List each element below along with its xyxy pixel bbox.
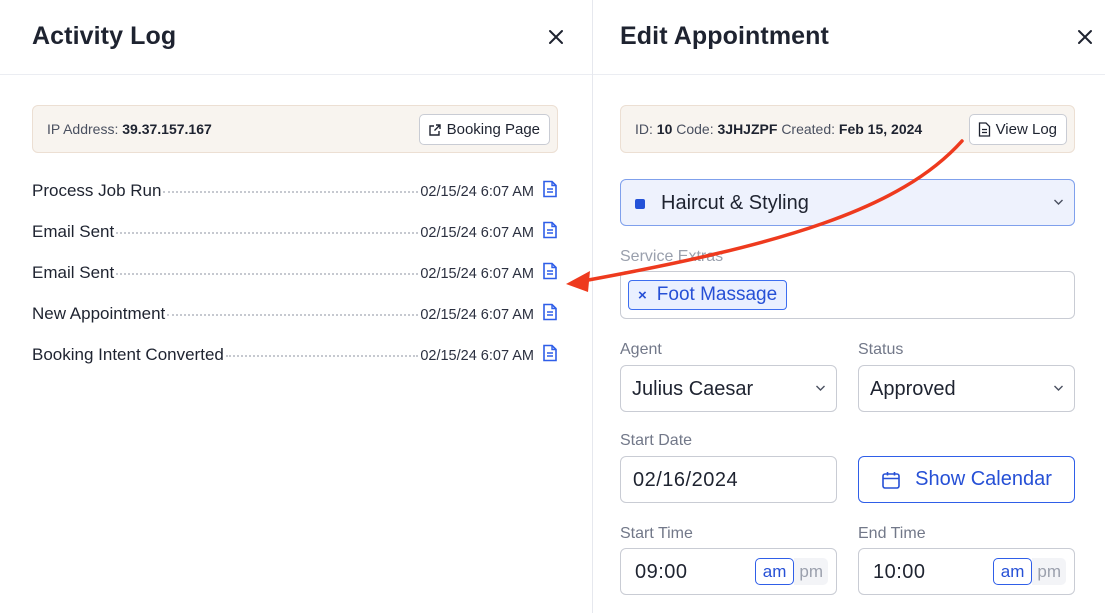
dotted-leader: [116, 273, 419, 275]
remove-chip-icon[interactable]: ×: [638, 287, 647, 304]
log-entry: New Appointment 02/15/24 6:07 AM: [32, 301, 558, 342]
status-select[interactable]: Approved: [858, 365, 1075, 412]
end-time-value: 10:00: [873, 561, 926, 583]
appointment-meta: ID: 10 Code: 3JHJZPF Created: Feb 15, 20…: [635, 121, 922, 137]
close-icon: [549, 30, 563, 44]
ip-address-label: IP Address:: [47, 121, 119, 137]
start-time-label: Start Time: [620, 525, 693, 542]
activity-log-list: Process Job Run 02/15/24 6:07 AM Email S…: [32, 178, 558, 383]
code-label: Code:: [676, 121, 714, 137]
document-icon[interactable]: [542, 344, 558, 362]
close-icon: [1078, 30, 1092, 44]
start-date-label: Start Date: [620, 432, 693, 449]
status-value: Approved: [870, 378, 956, 400]
start-time-pm-button[interactable]: pm: [794, 558, 828, 585]
booking-page-button[interactable]: Booking Page: [418, 114, 550, 145]
end-time-ampm-toggle: am pm: [992, 558, 1066, 585]
created-value: Feb 15, 2024: [838, 121, 923, 137]
service-value: Haircut & Styling: [661, 192, 809, 214]
start-date-value: 02/16/2024: [633, 469, 739, 491]
log-entry: Booking Intent Converted 02/15/24 6:07 A…: [32, 342, 558, 383]
edit-appointment-panel: Edit Appointment ID: 10 Code: 3JHJZPF Cr…: [593, 0, 1105, 613]
log-entry-name: Booking Intent Converted: [32, 345, 224, 364]
external-link-icon: [428, 123, 441, 136]
ip-address: IP Address: 39.37.157.167: [47, 121, 212, 137]
document-icon: [978, 122, 990, 137]
log-entry: Process Job Run 02/15/24 6:07 AM: [32, 178, 558, 219]
end-time-pm-button[interactable]: pm: [1032, 558, 1066, 585]
log-entry-name: Email Sent: [32, 222, 115, 241]
log-entry-name: Process Job Run: [32, 181, 162, 200]
code-value: 3JHJZPF: [717, 121, 778, 137]
start-date-input[interactable]: 02/16/2024: [620, 456, 837, 503]
ip-info-box: IP Address: 39.37.157.167 Booking Page: [32, 105, 558, 153]
document-icon[interactable]: [542, 180, 558, 198]
start-time-ampm-toggle: am pm: [754, 558, 828, 585]
document-icon[interactable]: [542, 262, 558, 280]
edit-appointment-header: Edit Appointment: [593, 0, 1105, 75]
end-time-input[interactable]: 10:00 am pm: [858, 548, 1075, 595]
dotted-leader: [116, 232, 419, 234]
close-edit-appointment-button[interactable]: [1072, 24, 1098, 50]
end-time-am-button[interactable]: am: [992, 558, 1033, 585]
status-label: Status: [858, 341, 904, 358]
close-activity-log-button[interactable]: [543, 24, 569, 50]
end-time-label: End Time: [858, 525, 926, 542]
service-extras-field[interactable]: × Foot Massage: [620, 271, 1075, 319]
extra-chip: × Foot Massage: [628, 280, 788, 310]
dotted-leader: [163, 191, 419, 193]
edit-appointment-title: Edit Appointment: [620, 22, 829, 50]
service-select[interactable]: Haircut & Styling: [620, 179, 1075, 226]
show-calendar-label: Show Calendar: [915, 468, 1052, 490]
appointment-meta-box: ID: 10 Code: 3JHJZPF Created: Feb 15, 20…: [620, 105, 1075, 153]
id-value: 10: [656, 121, 673, 137]
document-icon[interactable]: [542, 303, 558, 321]
chevron-down-icon: [1054, 385, 1063, 391]
id-label: ID:: [635, 121, 653, 137]
chevron-down-icon: [1054, 199, 1063, 205]
service-extras-label: Service Extras: [620, 248, 724, 265]
chevron-down-icon: [816, 385, 825, 391]
view-log-label: View Log: [995, 121, 1057, 138]
calendar-icon: [882, 471, 900, 489]
booking-page-label: Booking Page: [446, 121, 540, 138]
log-entry-time: 02/15/24 6:07 AM: [420, 266, 534, 282]
log-entry-time: 02/15/24 6:07 AM: [420, 307, 534, 323]
activity-log-header: Activity Log: [0, 0, 592, 75]
dotted-leader: [167, 314, 419, 316]
agent-label: Agent: [620, 341, 662, 358]
log-entry-time: 02/15/24 6:07 AM: [420, 184, 534, 200]
agent-select[interactable]: Julius Caesar: [620, 365, 837, 412]
log-entry-time: 02/15/24 6:07 AM: [420, 348, 534, 364]
log-entry-name: Email Sent: [32, 263, 115, 282]
activity-log-title: Activity Log: [32, 22, 177, 50]
view-log-button[interactable]: View Log: [968, 114, 1067, 145]
dotted-leader: [225, 355, 419, 357]
service-color-dot: [635, 199, 645, 209]
log-entry-name: New Appointment: [32, 304, 166, 323]
ip-address-value: 39.37.157.167: [122, 121, 212, 137]
log-entry-time: 02/15/24 6:07 AM: [420, 225, 534, 241]
start-time-am-button[interactable]: am: [754, 558, 795, 585]
document-icon[interactable]: [542, 221, 558, 239]
log-entry: Email Sent 02/15/24 6:07 AM: [32, 260, 558, 301]
activity-log-panel: Activity Log IP Address: 39.37.157.167 B…: [0, 0, 592, 613]
log-entry: Email Sent 02/15/24 6:07 AM: [32, 219, 558, 260]
extra-chip-label: Foot Massage: [656, 284, 778, 305]
start-time-value: 09:00: [635, 561, 688, 583]
created-label: Created:: [781, 121, 836, 137]
show-calendar-button[interactable]: Show Calendar: [858, 456, 1075, 503]
start-time-input[interactable]: 09:00 am pm: [620, 548, 837, 595]
agent-value: Julius Caesar: [632, 378, 754, 400]
